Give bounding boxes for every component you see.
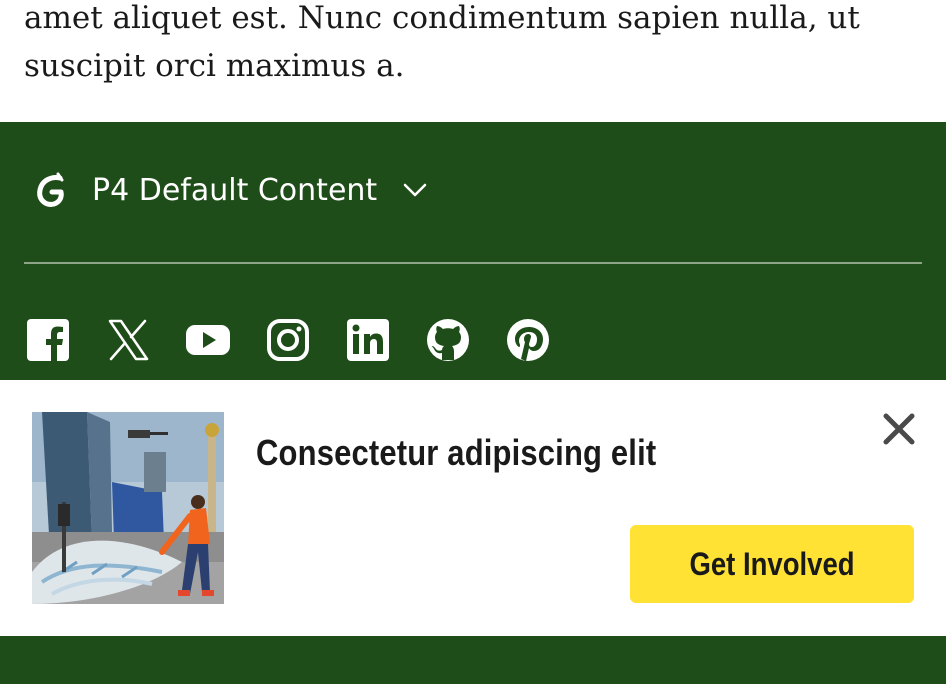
youtube-icon[interactable]	[186, 318, 230, 362]
github-icon[interactable]	[426, 318, 470, 362]
banner-photo	[32, 412, 224, 604]
body-line-2: suscipit orci maximus a.	[24, 48, 405, 84]
article-body-text: amet aliquet est. Nunc condimentum sapie…	[24, 0, 924, 90]
pinterest-icon[interactable]	[506, 318, 550, 362]
body-line-1: amet aliquet est. Nunc condimentum sapie…	[24, 0, 860, 36]
instagram-icon[interactable]	[266, 318, 310, 362]
linkedin-icon[interactable]	[346, 318, 390, 362]
footer-brand-selector[interactable]: P4 Default Content	[34, 170, 429, 210]
close-icon[interactable]	[880, 410, 918, 448]
get-involved-button[interactable]: Get Involved	[630, 525, 914, 603]
x-twitter-icon[interactable]	[106, 318, 150, 362]
donation-banner: Consectetur adipiscing elit Get Involved	[0, 380, 946, 636]
facebook-icon[interactable]	[26, 318, 70, 362]
get-involved-label: Get Involved	[689, 545, 855, 582]
footer-divider	[24, 262, 922, 264]
greenpeace-logo-icon	[37, 172, 64, 207]
footer-brand-label: P4 Default Content	[92, 172, 378, 208]
social-links	[26, 316, 550, 364]
chevron-down-icon[interactable]	[401, 176, 429, 204]
banner-title: Consectetur adipiscing elit	[256, 432, 657, 473]
